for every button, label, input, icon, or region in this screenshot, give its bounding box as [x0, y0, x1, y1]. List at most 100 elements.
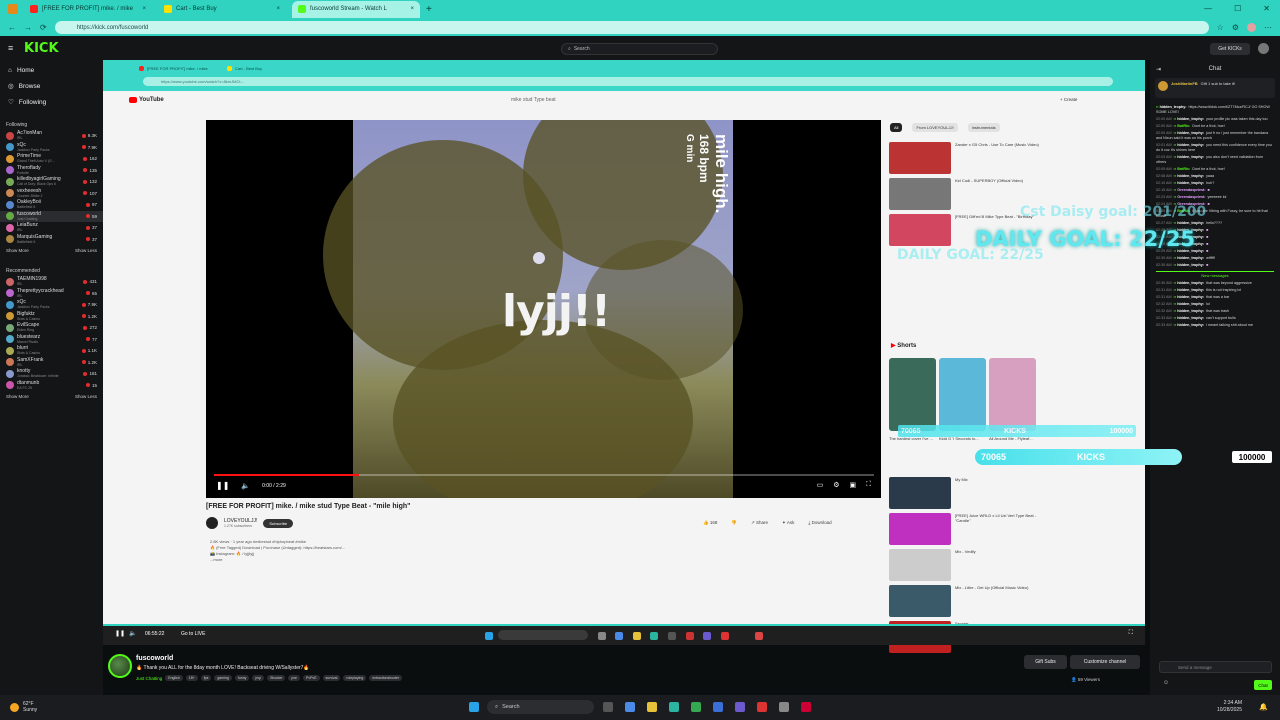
- stream-player[interactable]: [FREE FOR PROFIT] mike. / mike Cart - Be…: [103, 60, 1145, 653]
- gift-subs-button[interactable]: Gift Subs: [1024, 655, 1067, 669]
- stream-tag[interactable]: survival: [322, 675, 341, 681]
- app-icon[interactable]: [713, 702, 723, 712]
- close-icon[interactable]: ×: [410, 6, 414, 12]
- system-clock[interactable]: 2:34 AM 10/28/2025: [1217, 700, 1242, 714]
- sidebar-channel[interactable]: fuscoworld Just Chatting 59: [0, 210, 103, 222]
- message-user[interactable]: BotRic:: [1177, 124, 1190, 128]
- new-tab-button[interactable]: +: [426, 4, 432, 15]
- volume-icon[interactable]: 🔈: [241, 482, 250, 490]
- sidebar-channel[interactable]: knotty Jurassic Beatdown: Infinite 181: [0, 368, 103, 380]
- message-user[interactable]: Greendaspriest:: [1177, 195, 1205, 199]
- message-user[interactable]: hidden_trophy:: [1177, 155, 1204, 159]
- kick-logo[interactable]: KICK: [24, 41, 59, 56]
- message-user[interactable]: hidden_trophy:: [1177, 256, 1204, 260]
- message-user[interactable]: hidden_trophy:: [1177, 295, 1204, 299]
- sidebar-channel[interactable]: Ac7ionMan IRL 9.3K: [0, 130, 103, 142]
- close-icon[interactable]: ×: [276, 6, 280, 12]
- pinned-gift[interactable]: JoshMartinFB Gift 1 sub to take it!: [1155, 78, 1275, 98]
- close-window-icon[interactable]: ✕: [1263, 4, 1270, 13]
- sidebar-channel[interactable]: bluestearz Marvel Rivals 77: [0, 334, 103, 346]
- show-less-link[interactable]: Show Less: [75, 394, 97, 399]
- sidebar-channel[interactable]: TAEMIN1998 IRL 431: [0, 276, 103, 288]
- collapse-chat-icon[interactable]: ⇥: [1156, 66, 1161, 73]
- chat-send-button[interactable]: Chat: [1254, 680, 1272, 690]
- message-user[interactable]: hidden_trophy:: [1177, 288, 1204, 292]
- app-icon[interactable]: [757, 702, 767, 712]
- sidebar-channel[interactable]: Bigfuktz Slots & Casino 1.2K: [0, 311, 103, 323]
- message-user[interactable]: hidden_trophy:: [1177, 143, 1204, 147]
- edge-icon[interactable]: [669, 702, 679, 712]
- copilot-icon[interactable]: [625, 702, 635, 712]
- customize-channel-button[interactable]: Customize channel: [1070, 655, 1140, 669]
- stream-tag[interactable]: English: [165, 675, 183, 681]
- back-icon[interactable]: ←: [8, 23, 16, 32]
- stream-tag[interactable]: fps: [200, 675, 212, 681]
- miniplayer-icon[interactable]: ▣: [849, 481, 856, 489]
- sidebar-channel[interactable]: SamXFrank IRL 1.2K: [0, 357, 103, 369]
- stream-tag[interactable]: extractionshooter: [369, 675, 403, 681]
- task-view-icon[interactable]: [603, 702, 613, 712]
- stream-tag[interactable]: roleplaying: [343, 675, 367, 681]
- search-input[interactable]: ⌕ Search: [561, 43, 718, 55]
- chat-input[interactable]: Send a message: [1159, 661, 1272, 673]
- show-more-link[interactable]: Show More: [6, 394, 29, 399]
- stream-tag[interactable]: gaming: [214, 675, 232, 681]
- message-user[interactable]: hidden_trophy:: [1177, 181, 1204, 185]
- streamer-name[interactable]: fuscoworld: [136, 655, 173, 662]
- sidebar-channel[interactable]: killedbyagirlGaming Call of Duty: Black O…: [0, 176, 103, 188]
- browser-tab[interactable]: Cart - Best Buy ×: [158, 1, 286, 18]
- extensions-icon[interactable]: ⚙: [1232, 23, 1239, 32]
- settings-icon[interactable]: ⚙: [833, 481, 839, 489]
- message-user[interactable]: hidden_trophy:: [1177, 131, 1204, 135]
- browser-tab-active[interactable]: fuscoworld Stream - Watch L ×: [292, 0, 420, 18]
- show-more-link[interactable]: Show More: [6, 248, 29, 253]
- stream-tag[interactable]: pve: [288, 675, 300, 681]
- sidebar-channel[interactable]: xQc Jackbox Party Packs 7.9K: [0, 299, 103, 311]
- message-user[interactable]: hidden_trophy:: [1177, 309, 1204, 313]
- browser-menu-icon[interactable]: [8, 4, 18, 14]
- sidebar-channel[interactable]: dtanmunb EA FC 25 15: [0, 380, 103, 392]
- weather-widget[interactable]: 62°F Sunny: [10, 701, 37, 713]
- user-avatar[interactable]: [1258, 43, 1269, 54]
- nav-home[interactable]: ⌂ Home: [8, 67, 95, 74]
- forward-icon[interactable]: →: [24, 23, 32, 32]
- sidebar-channel[interactable]: vexheeesh Counter-Strike 2 107: [0, 188, 103, 200]
- file-explorer-icon[interactable]: [647, 702, 657, 712]
- hamburger-icon[interactable]: ≡: [8, 43, 13, 53]
- pause-icon[interactable]: ❚❚: [216, 481, 229, 490]
- app-icon[interactable]: [801, 702, 811, 712]
- message-user[interactable]: BotRic:: [1177, 167, 1190, 171]
- message-user[interactable]: hidden_trophy:: [1177, 117, 1204, 121]
- message-user[interactable]: hidden_trophy:: [1177, 323, 1204, 327]
- stream-tag[interactable]: funny: [234, 675, 250, 681]
- sidebar-channel[interactable]: xQc Jackbox Party Packs 7.9K: [0, 142, 103, 154]
- stream-tag[interactable]: PvPvE: [302, 675, 320, 681]
- message-user[interactable]: hidden_trophy:: [1177, 281, 1204, 285]
- streamer-avatar[interactable]: [108, 654, 132, 678]
- stream-tag[interactable]: 18+: [185, 675, 198, 681]
- windows-start-icon[interactable]: [469, 702, 479, 712]
- get-kicks-button[interactable]: Get KICKs: [1210, 43, 1250, 55]
- notification-icon[interactable]: 🔔: [1259, 703, 1268, 711]
- sidebar-channel[interactable]: EvilScape Elden Ring 272: [0, 322, 103, 334]
- discord-icon[interactable]: [735, 702, 745, 712]
- browser-tab[interactable]: [FREE FOR PROFIT] mike. / mike ×: [24, 1, 152, 18]
- emote-icon[interactable]: ☺: [1163, 680, 1169, 686]
- video-progress[interactable]: [214, 474, 874, 476]
- nav-browse[interactable]: ◎ Browse: [8, 82, 95, 91]
- captions-icon[interactable]: ▭: [817, 481, 824, 489]
- fullscreen-icon[interactable]: ⛶: [866, 481, 871, 489]
- message-user[interactable]: hidden_trophy:: [1177, 174, 1204, 178]
- stream-tag[interactable]: pvp: [252, 675, 265, 681]
- url-field[interactable]: https://kick.com/fuscoworld: [54, 21, 1209, 34]
- close-icon[interactable]: ×: [142, 6, 146, 12]
- sidebar-channel[interactable]: OakleyBoii Battlefield 6 97: [0, 199, 103, 211]
- nav-following[interactable]: ♡ Following: [8, 98, 95, 107]
- category-link[interactable]: Just Chatting: [136, 676, 162, 681]
- minimize-icon[interactable]: —: [1204, 4, 1212, 13]
- sidebar-channel[interactable]: Theprettyycrackhead IRL 65: [0, 288, 103, 300]
- sidebar-channel[interactable]: blurri Slots & Casino 1.1K: [0, 345, 103, 357]
- message-user[interactable]: hidden_trophy:: [1177, 263, 1204, 267]
- sidebar-channel[interactable]: LeiaBunz IRL 37: [0, 222, 103, 234]
- profile-avatar[interactable]: [1247, 23, 1256, 32]
